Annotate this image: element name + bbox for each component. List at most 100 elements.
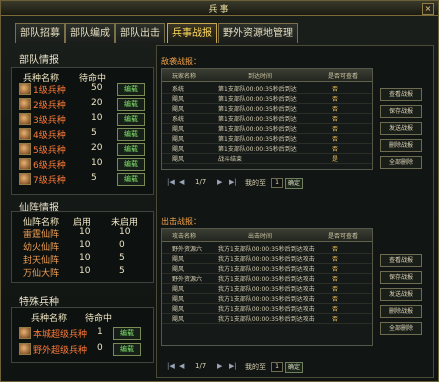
last-page-icon[interactable]: ▶|	[229, 178, 237, 186]
attack-pager: |◀ ◀ 1/7 ▶ ▶| 我的至 1 确定	[167, 362, 367, 374]
assign-button[interactable]: 编载	[117, 173, 145, 186]
assign-button[interactable]: 编载	[117, 158, 145, 171]
attack-header-target: 攻击名称	[172, 233, 197, 240]
view-report-button[interactable]: 查看战报	[380, 88, 422, 101]
goto-page-button[interactable]: 确定	[285, 362, 303, 373]
prev-page-icon[interactable]: ◀	[179, 362, 184, 370]
formation-enabled-count: 10	[79, 253, 91, 263]
report-player-name: 飓风	[172, 136, 185, 143]
assign-button[interactable]: 编载	[113, 343, 141, 356]
tab-formation[interactable]: 部队编成	[65, 23, 115, 43]
tab-resource-management[interactable]: 野外资源地管理	[218, 23, 298, 43]
unit-name: 3级兵种	[33, 116, 66, 126]
goto-page-input[interactable]: 1	[271, 362, 283, 372]
report-time: 战斗结束	[218, 156, 243, 163]
title-bar[interactable]: 兵事 ×	[1, 1, 438, 16]
report-viewable: 否	[332, 306, 339, 313]
report-time: 我方1支部队00:00:35秒后到达攻击	[218, 286, 315, 293]
prev-page-icon[interactable]: ◀	[179, 178, 184, 186]
report-time: 第1支部队00:00:35秒后到达	[218, 106, 297, 113]
first-page-icon[interactable]: |◀	[167, 362, 175, 370]
close-button[interactable]: ×	[422, 3, 434, 15]
tab-war-report[interactable]: 兵事战报	[167, 23, 217, 43]
unit-standby-count: 5	[91, 173, 97, 183]
tab-recruit[interactable]: 部队招募	[15, 23, 65, 43]
unit-standby-count: 50	[91, 83, 103, 93]
goto-page-button[interactable]: 确定	[285, 178, 303, 189]
report-player-name: 野外资源六	[172, 246, 203, 253]
unit-name: 7级兵种	[33, 176, 66, 186]
report-time: 第1支部队00:00:35秒后到达	[218, 86, 297, 93]
report-player-name: 飓风	[172, 266, 185, 273]
tab-sortie[interactable]: 部队出击	[115, 23, 165, 43]
report-player-name: 系统	[172, 116, 185, 123]
defense-report-header: 玩家名称 到达时间 是否可查看	[162, 69, 372, 82]
report-viewable: 否	[332, 136, 339, 143]
unit-icon	[19, 327, 31, 339]
report-time: 第1支部队00:00:35秒后到达	[218, 146, 297, 153]
save-report-button[interactable]: 保存战报	[380, 271, 422, 284]
report-time: 第1支部队00:00:35秒后到达	[218, 96, 297, 103]
defense-report-table: 玩家名称 到达时间 是否可查看 系统 第1支部队00:00:35秒后到达否飓风 第1…	[161, 68, 373, 170]
unit-icon	[19, 343, 31, 355]
unit-icon	[19, 173, 31, 185]
formation-disabled-count: 10	[119, 227, 131, 237]
attack-header-view: 是否可查看	[328, 233, 359, 240]
report-viewable: 否	[332, 246, 339, 253]
report-player-name: 飓风	[172, 286, 185, 293]
unit-standby-count: 20	[91, 98, 103, 108]
unit-standby-count: 5	[91, 128, 97, 138]
goto-page-input[interactable]: 1	[271, 178, 283, 188]
report-viewable: 否	[332, 266, 339, 273]
first-page-icon[interactable]: |◀	[167, 178, 175, 186]
assign-button[interactable]: 编载	[113, 327, 141, 340]
formation-name: 雷霆仙阵	[23, 230, 60, 240]
view-report-button[interactable]: 查看战报	[380, 254, 422, 267]
formation-disabled-count: 5	[119, 266, 125, 276]
attack-report-title: 出击战报：	[161, 217, 201, 226]
unit-name: 1级兵种	[33, 86, 66, 96]
report-player-name: 飓风	[172, 256, 185, 263]
delete-report-button[interactable]: 删除战报	[380, 305, 422, 318]
report-player-name: 系统	[172, 86, 185, 93]
assign-button[interactable]: 编载	[117, 128, 145, 141]
unit-icon	[19, 98, 31, 110]
next-page-icon[interactable]: ▶	[217, 362, 222, 370]
assign-button[interactable]: 编载	[117, 83, 145, 96]
report-time: 第1支部队00:00:35秒后到达	[218, 126, 297, 133]
window-title: 兵事	[208, 5, 231, 15]
unit-name: 4级兵种	[33, 131, 66, 141]
save-report-button[interactable]: 保存战报	[380, 105, 422, 118]
defense-report-title: 敌袭战报：	[161, 57, 201, 66]
unit-name: 2级兵种	[33, 101, 66, 111]
assign-button[interactable]: 编载	[117, 143, 145, 156]
special-unit-name: 本城超级兵种	[33, 330, 88, 340]
delete-all-button[interactable]: 全部删除	[380, 156, 422, 169]
report-viewable: 否	[332, 86, 339, 93]
report-row[interactable]: 飓风 我方1支部队00:00:35秒后到达攻击 否	[162, 313, 372, 324]
goto-label: 我的至	[245, 363, 266, 371]
report-player-name: 飓风	[172, 126, 185, 133]
unit-icon	[19, 128, 31, 140]
assign-button[interactable]: 编载	[117, 113, 145, 126]
defense-header-time: 到达时间	[248, 73, 273, 80]
next-page-icon[interactable]: ▶	[217, 178, 222, 186]
delete-all-button[interactable]: 全部删除	[380, 322, 422, 335]
last-page-icon[interactable]: ▶|	[229, 362, 237, 370]
report-time: 我方1支部队00:00:35秒后到达攻击	[218, 256, 315, 263]
delete-report-button[interactable]: 删除战报	[380, 139, 422, 152]
report-time: 我方1支部队00:00:35秒后到达攻击	[218, 306, 315, 313]
report-row[interactable]: 飓风 战斗结束 是	[162, 153, 372, 164]
assign-button[interactable]: 编载	[117, 98, 145, 111]
report-time: 我方1支部队00:00:35秒后到达攻击	[218, 276, 315, 283]
report-player-name: 飓风	[172, 96, 185, 103]
special-header-name: 兵种名称	[31, 314, 68, 324]
send-report-button[interactable]: 发送战报	[380, 122, 422, 135]
send-report-button[interactable]: 发送战报	[380, 288, 422, 301]
left-panel: 部队情报 兵种名称 待命中 1级兵种 50 编载 2级兵种 20 编载 3级兵种 10 编载 4级…	[11, 45, 154, 376]
unit-icon	[19, 113, 31, 125]
report-viewable: 否	[332, 106, 339, 113]
page-indicator: 1/7	[195, 362, 207, 370]
report-viewable: 否	[332, 286, 339, 293]
right-panel: 敌袭战报： 玩家名称 到达时间 是否可查看 系统第1支部队00:00:35秒后到…	[156, 45, 434, 378]
